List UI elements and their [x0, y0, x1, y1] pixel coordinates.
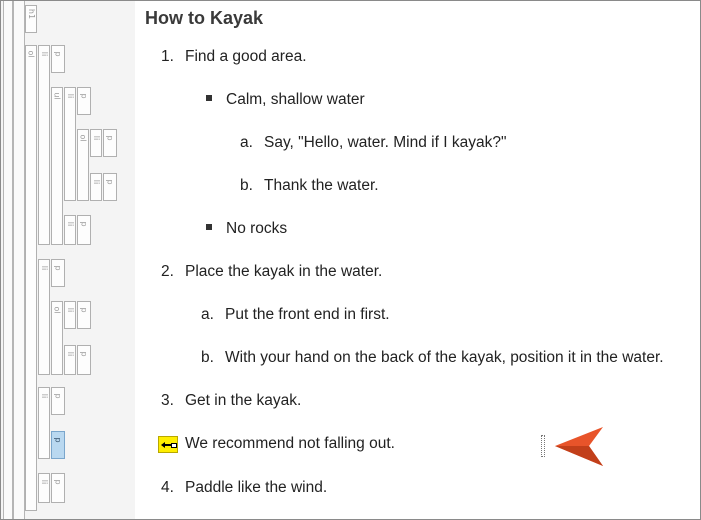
- list-item[interactable]: 3. Get in the kayak.: [161, 391, 301, 411]
- li-tag-label: li: [39, 479, 49, 485]
- p-tag-label: p: [53, 437, 63, 443]
- ol-tag-label: ol: [79, 134, 88, 142]
- structure-h1-block[interactable]: h1: [25, 5, 37, 33]
- document-heading[interactable]: How to Kayak: [145, 8, 263, 29]
- pointer-arrow-icon: [555, 427, 603, 466]
- list-number: 2.: [161, 263, 174, 280]
- ol-tag-label: ol: [53, 306, 62, 314]
- structure-p-block-2[interactable]: p: [51, 259, 65, 287]
- structure-rail-body[interactable]: [13, 1, 25, 519]
- list-item[interactable]: 4. Paddle like the wind.: [161, 478, 327, 498]
- li-tag-label: li: [91, 135, 101, 141]
- h1-tag-label: h1: [27, 8, 37, 20]
- list-item-text: Find a good area.: [185, 48, 307, 65]
- list-letter: a.: [240, 134, 253, 151]
- structure-li-block-1[interactable]: li: [38, 45, 50, 245]
- li-tag-label: li: [39, 51, 49, 57]
- list-number: 4.: [161, 479, 174, 496]
- list-item[interactable]: No rocks: [206, 219, 287, 239]
- list-item-text: Say, "Hello, water. Mind if I kayak?": [264, 134, 507, 151]
- structure-ol-block-2[interactable]: ol: [51, 301, 63, 375]
- square-bullet-icon: [206, 90, 226, 110]
- list-item-text: Put the front end in first.: [225, 306, 390, 323]
- editor-frame: h1 ol li p ul li p ol li p li p li p li …: [0, 0, 701, 520]
- li-tag-label: li: [39, 265, 49, 271]
- structure-li-block-4[interactable]: li: [38, 473, 50, 503]
- structure-p-block-hand[interactable]: p: [77, 345, 91, 375]
- structure-ul-block[interactable]: ul: [51, 87, 63, 245]
- structure-p-block-say[interactable]: p: [103, 129, 117, 157]
- structure-rail-root[interactable]: [3, 1, 13, 519]
- p-tag-label: p: [79, 351, 89, 357]
- structure-li-block-rocks[interactable]: li: [64, 215, 76, 245]
- condition-tag-icon[interactable]: [158, 436, 178, 453]
- structure-li-block-say[interactable]: li: [90, 129, 102, 157]
- list-item[interactable]: b. Thank the water.: [240, 176, 379, 196]
- structure-p-block-4[interactable]: p: [51, 473, 65, 503]
- structure-ol-block[interactable]: ol: [25, 45, 37, 511]
- structure-li-block-front[interactable]: li: [64, 301, 76, 329]
- text-caret: [541, 435, 545, 457]
- paragraph-text: We recommend not falling out.: [185, 435, 395, 452]
- list-item-text: Paddle like the wind.: [185, 479, 328, 496]
- structure-li-block-calm[interactable]: li: [64, 87, 76, 201]
- list-item[interactable]: 1. Find a good area.: [161, 47, 307, 67]
- list-item-text: Place the kayak in the water.: [185, 263, 383, 280]
- list-item-text: Thank the water.: [264, 177, 379, 194]
- list-item-text: With your hand on the back of the kayak,…: [225, 349, 664, 366]
- p-tag-label: p: [79, 307, 89, 313]
- list-item-text: Get in the kayak.: [185, 392, 302, 409]
- li-tag-label: li: [39, 393, 49, 399]
- structure-li-block-hand[interactable]: li: [64, 345, 76, 375]
- structure-li-block-thank[interactable]: li: [90, 173, 102, 201]
- p-tag-label: p: [53, 51, 63, 57]
- structure-ol-block-nested[interactable]: ol: [77, 129, 89, 201]
- list-number: 3.: [161, 392, 174, 409]
- list-letter: b.: [201, 349, 214, 366]
- li-tag-label: li: [65, 93, 75, 99]
- list-number: 1.: [161, 48, 174, 65]
- li-tag-label: li: [65, 351, 75, 357]
- list-item[interactable]: a. Say, "Hello, water. Mind if I kayak?": [240, 133, 506, 153]
- li-tag-label: li: [65, 307, 75, 313]
- list-item-text: Calm, shallow water: [226, 91, 365, 108]
- list-letter: b.: [240, 177, 253, 194]
- list-item-text: No rocks: [226, 220, 288, 237]
- list-item[interactable]: 2. Place the kayak in the water.: [161, 262, 382, 282]
- structure-p-block-rocks[interactable]: p: [77, 215, 91, 245]
- p-tag-label: p: [105, 135, 115, 141]
- li-tag-label: li: [91, 179, 101, 185]
- list-item[interactable]: a. Put the front end in first.: [201, 305, 390, 325]
- p-tag-label: p: [53, 479, 63, 485]
- structure-li-block-3[interactable]: li: [38, 387, 50, 459]
- list-item[interactable]: Calm, shallow water: [206, 90, 365, 110]
- structure-p-block-1[interactable]: p: [51, 45, 65, 73]
- structure-p-block-front[interactable]: p: [77, 301, 91, 329]
- structure-bar: h1 ol li p ul li p ol li p li p li p li …: [1, 1, 135, 519]
- ol-tag-label: ol: [27, 50, 36, 58]
- list-item[interactable]: b. With your hand on the back of the kaya…: [201, 348, 664, 368]
- selected-paragraph[interactable]: We recommend not falling out.: [185, 434, 395, 454]
- p-tag-label: p: [79, 93, 89, 99]
- ul-tag-label: ul: [52, 92, 62, 100]
- p-tag-label: p: [79, 221, 89, 227]
- list-letter: a.: [201, 306, 214, 323]
- square-bullet-icon: [206, 219, 226, 239]
- structure-p-block-selected[interactable]: p: [51, 431, 65, 459]
- document-content[interactable]: How to Kayak 1. Find a good area. Calm, s…: [135, 1, 700, 519]
- structure-p-block-calm[interactable]: p: [77, 87, 91, 115]
- structure-p-block-thank[interactable]: p: [103, 173, 117, 201]
- li-tag-label: li: [65, 221, 75, 227]
- structure-li-block-2[interactable]: li: [38, 259, 50, 375]
- p-tag-label: p: [105, 179, 115, 185]
- p-tag-label: p: [53, 265, 63, 271]
- structure-p-block-3[interactable]: p: [51, 387, 65, 415]
- p-tag-label: p: [53, 393, 63, 399]
